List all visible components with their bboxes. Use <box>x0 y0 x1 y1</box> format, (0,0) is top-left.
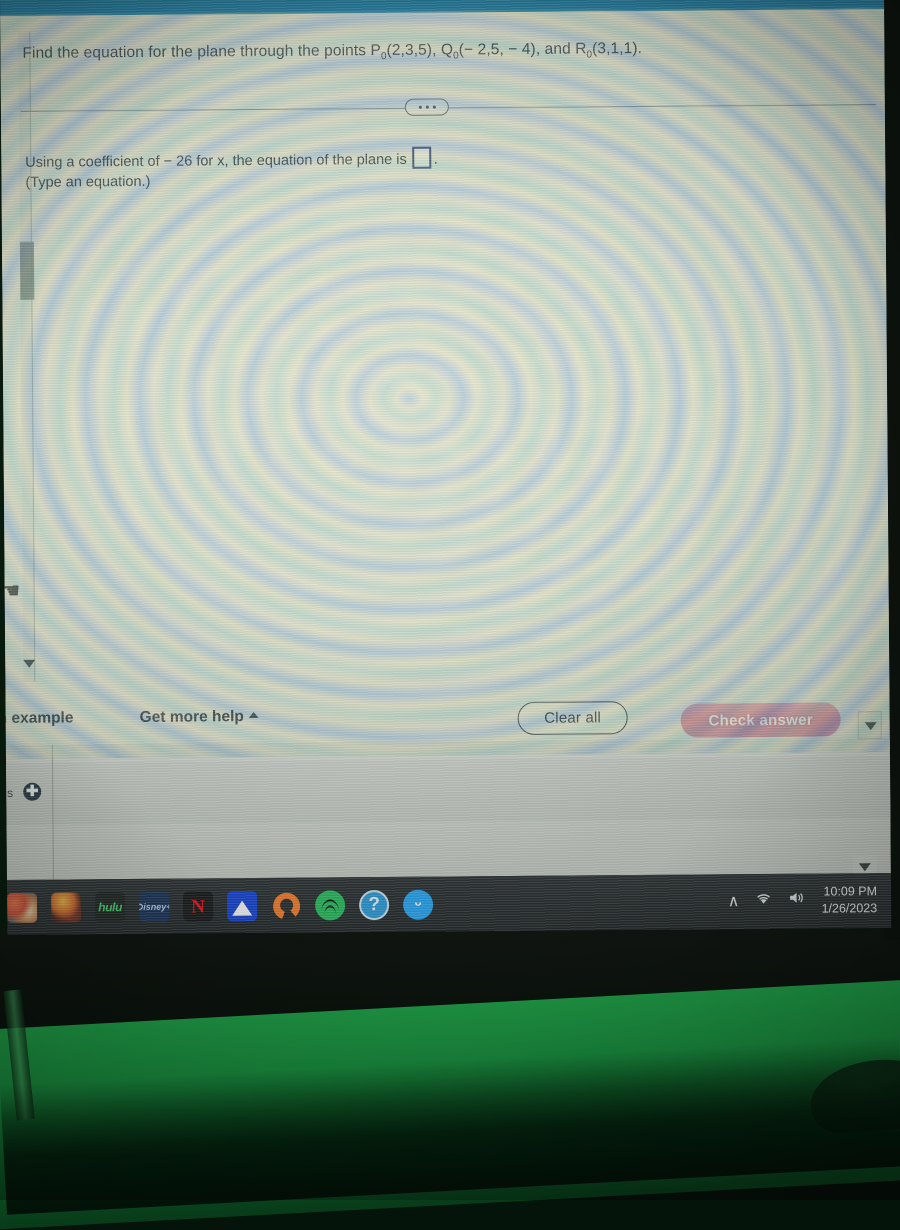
lower-browser-panel <box>5 738 891 880</box>
point-p-coords: (2,3,5), <box>386 41 441 59</box>
taskbar-icon-netflix[interactable]: N <box>183 891 214 922</box>
answer-prompt: Using a coefficient of − 26 for x, the e… <box>25 144 725 174</box>
panel-scroll-down-button-top[interactable] <box>857 711 882 740</box>
browser-tab-label[interactable]: os <box>0 786 13 800</box>
answer-middle: for x, the equation of the plane is <box>192 151 407 170</box>
clock-time: 10:09 PM <box>823 884 878 899</box>
taskbar-icon-hulu[interactable]: hulu <box>95 892 126 923</box>
taskbar-app-icons: hulu Disney+ N? ᵕ <box>7 885 434 928</box>
point-p-label: P <box>370 42 382 60</box>
monitor-screen: Find the equation for the plane through … <box>0 0 892 935</box>
new-tab-button[interactable]: ✚ <box>23 782 42 801</box>
wifi-icon[interactable] <box>755 891 772 910</box>
taskbar-icon-help[interactable]: ? <box>359 889 390 921</box>
ellipsis-expander-button[interactable] <box>404 98 449 116</box>
answer-coefficient: − 26 <box>163 153 193 170</box>
get-more-help-label: Get more help <box>139 708 244 726</box>
chevron-up-icon[interactable]: ∧ <box>728 891 740 911</box>
answer-prefix: Using a coefficient of <box>25 153 164 171</box>
caret-up-icon <box>248 711 259 719</box>
taskbar-icon-disney-plus[interactable]: Disney+ <box>139 891 170 922</box>
taskbar-icon-photo-thumb-2[interactable] <box>51 892 82 923</box>
scrollbar-thumb[interactable] <box>19 241 35 300</box>
chevron-down-icon <box>858 863 871 872</box>
taskbar-icon-paramount-plus[interactable] <box>227 891 258 922</box>
chevron-down-icon <box>864 722 877 731</box>
browser-tab-row <box>5 756 891 825</box>
answer-hint: (Type an equation.) <box>25 173 151 191</box>
taskbar-clock[interactable]: 10:09 PM 1/26/2023 <box>821 883 877 917</box>
taskbar-icon-crunchyroll[interactable] <box>271 891 301 921</box>
question-prefix: Find the equation for the plane through … <box>22 42 371 62</box>
scroll-down-arrow-icon[interactable] <box>23 659 36 668</box>
point-r-label: R <box>575 40 587 58</box>
taskbar-icon-photo-thumb-1[interactable] <box>7 892 38 923</box>
clear-all-button[interactable]: Clear all <box>517 701 628 735</box>
question-statement: Find the equation for the plane through … <box>22 38 822 67</box>
ellipsis-dot <box>432 105 436 109</box>
hand-pointer-cursor: ☚ <box>0 577 21 604</box>
ellipsis-dot <box>425 105 429 109</box>
ellipsis-dot <box>418 105 422 109</box>
answer-period: . <box>433 151 438 168</box>
volume-icon[interactable] <box>788 891 805 910</box>
point-r-coords: (3,1,1). <box>592 39 643 58</box>
point-q-coords: (− 2,5, − 4), and <box>458 40 576 59</box>
crunchyroll-glyph <box>272 892 300 920</box>
windows-taskbar: hulu Disney+ N? ᵕ ∧ 10:09 PM 1/26/2023 <box>6 873 892 935</box>
monitor-photo-scene: Find the equation for the plane through … <box>0 0 900 1230</box>
taskbar-icon-twitter[interactable]: ᵕ <box>403 889 434 920</box>
taskbar-icon-spotify[interactable] <box>315 890 346 921</box>
homework-page: Find the equation for the plane through … <box>0 9 890 756</box>
clock-date: 1/26/2023 <box>821 901 878 916</box>
check-answer-button[interactable]: Check answer <box>680 702 841 738</box>
view-example-link[interactable]: n example <box>0 709 74 728</box>
get-more-help-button[interactable]: Get more help <box>140 708 259 727</box>
taskbar-system-tray: ∧ 10:09 PM 1/26/2023 <box>728 883 878 918</box>
answer-input-box[interactable] <box>412 146 432 169</box>
point-q-label: Q <box>440 41 454 59</box>
